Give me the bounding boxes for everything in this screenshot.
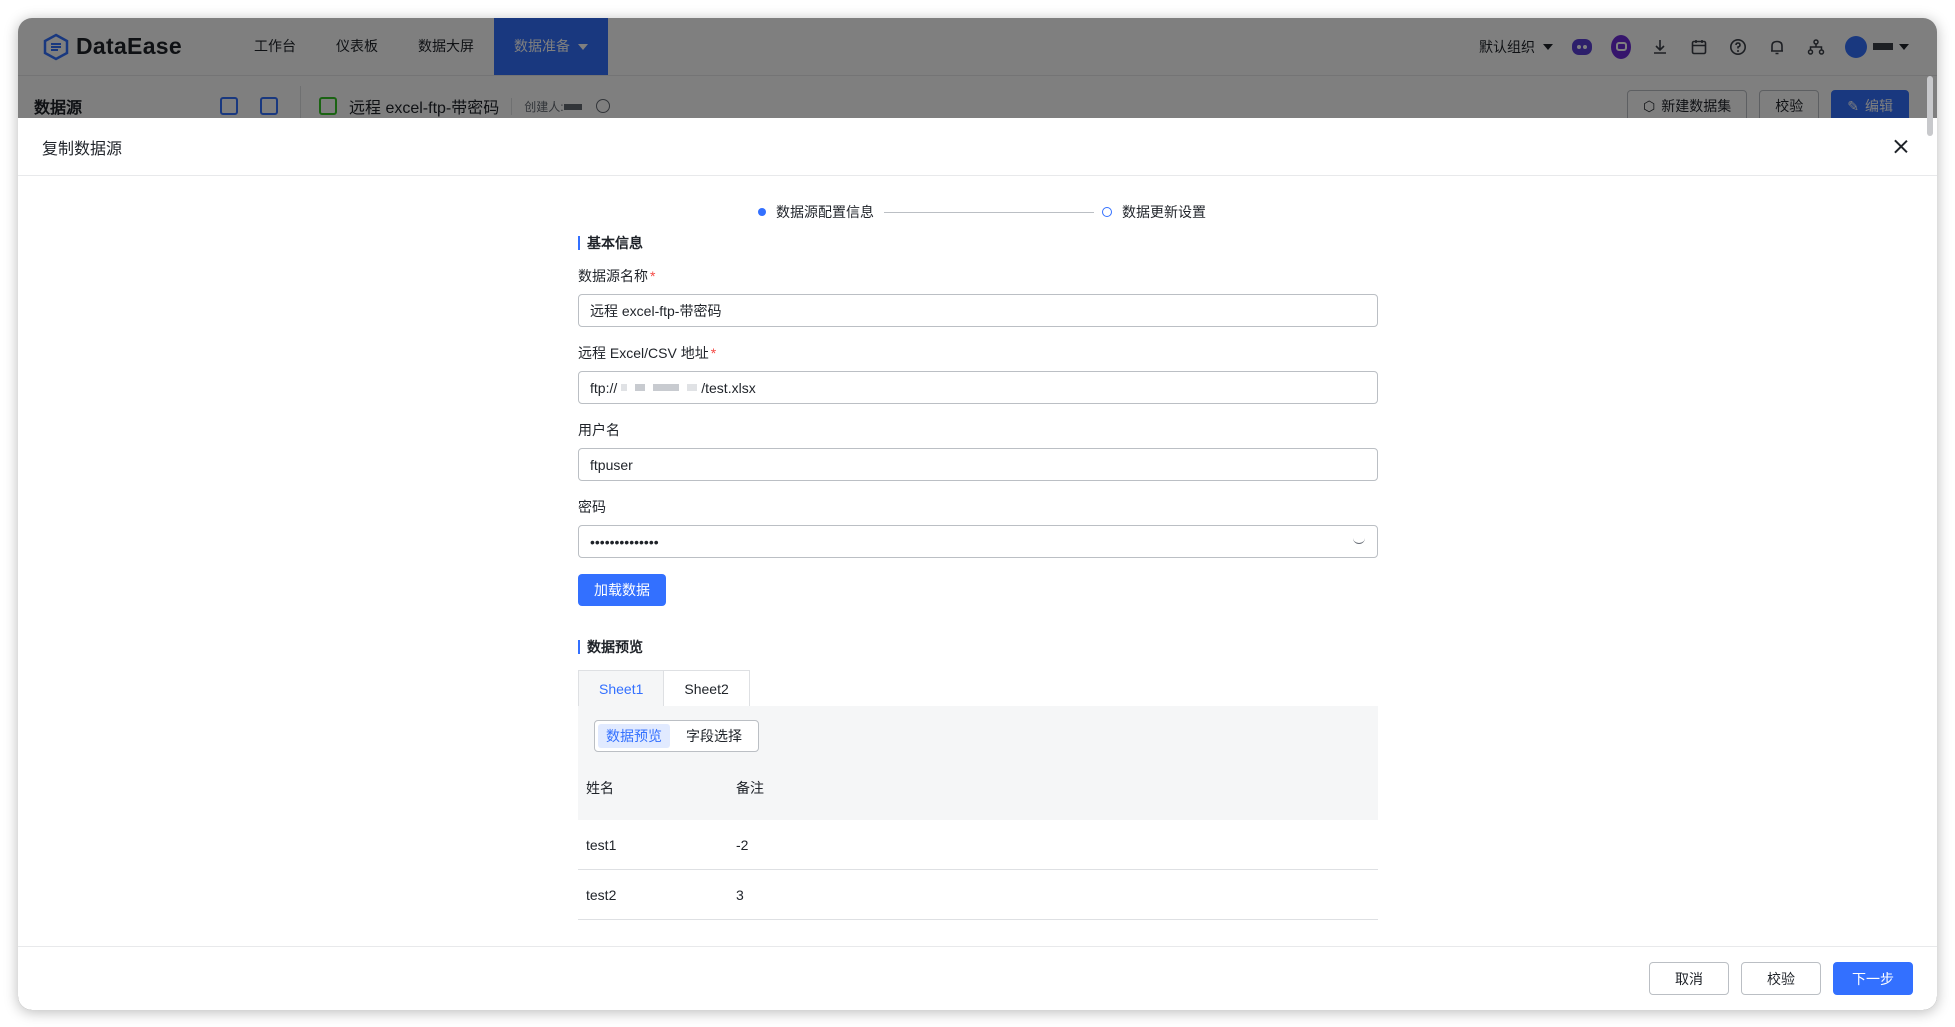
table-row: test2 3 (578, 870, 1378, 920)
table-row: test1 -2 (578, 820, 1378, 870)
close-icon[interactable] (1889, 135, 1913, 159)
password-input[interactable]: •••••••••••••• (578, 525, 1378, 558)
table-cell: -2 (736, 836, 749, 853)
table-cell: test2 (586, 886, 617, 903)
username-value: ftpuser (590, 456, 633, 473)
copy-datasource-drawer: 复制数据源 数据源配置信息 数据更新设置 基本信息 数据源名称 * 远程 exce… (18, 118, 1937, 1010)
name-label: 数据源名称 * (578, 268, 656, 284)
step-update: 数据更新设置 (1102, 202, 1206, 222)
step-inactive-dot (1102, 207, 1112, 217)
column-header: 备注 (736, 780, 764, 796)
table-cell: test1 (586, 836, 617, 853)
tab-sheet2[interactable]: Sheet2 (664, 670, 750, 706)
step-active-dot (758, 208, 766, 216)
table-cell: 3 (736, 886, 744, 903)
verify-button[interactable]: 校验 (1741, 962, 1821, 995)
step-config-label: 数据源配置信息 (776, 204, 874, 220)
tab-sheet1[interactable]: Sheet1 (578, 670, 665, 706)
segment-data-preview[interactable]: 数据预览 (598, 724, 670, 748)
drawer-title: 复制数据源 (42, 140, 123, 158)
preview-panel: 数据预览 字段选择 姓名 备注 (578, 706, 1378, 820)
datasource-form: 基本信息 数据源名称 * 远程 excel-ftp-带密码 远程 Excel/CS… (578, 236, 1378, 920)
table-header: 姓名 备注 (578, 778, 1378, 798)
preview-section-title: 数据预览 (578, 640, 1378, 654)
segment-field-select[interactable]: 字段选择 (678, 724, 750, 748)
remote-url-input[interactable]: ftp:// /test.xlsx (578, 371, 1378, 404)
datasource-name-input[interactable]: 远程 excel-ftp-带密码 (578, 294, 1378, 327)
url-suffix: /test.xlsx (701, 379, 756, 396)
username-label: 用户名 (578, 422, 620, 438)
masked-host (635, 384, 646, 391)
url-label: 远程 Excel/CSV 地址 * (578, 345, 717, 361)
next-step-button[interactable]: 下一步 (1833, 962, 1913, 995)
app-window: DataEase 工作台 仪表板 数据大屏 数据准备 默认组织 (18, 18, 1937, 1010)
password-label: 密码 (578, 499, 606, 515)
preview-mode-switch: 数据预览 字段选择 (594, 720, 759, 752)
step-connector (884, 211, 1094, 213)
step-config: 数据源配置信息 (758, 202, 874, 222)
username-input[interactable]: ftpuser (578, 448, 1378, 481)
drawer-footer: 取消 校验 下一步 (18, 946, 1937, 1010)
load-data-button[interactable]: 加载数据 (578, 574, 666, 606)
sheet-tabs: Sheet1 Sheet2 (578, 670, 1378, 706)
datasource-name-value: 远程 excel-ftp-带密码 (590, 302, 722, 319)
step-update-label: 数据更新设置 (1122, 204, 1206, 220)
drawer-header: 复制数据源 (18, 118, 1937, 176)
masked-host (687, 384, 698, 391)
masked-host (653, 384, 680, 391)
password-value: •••••••••••••• (590, 533, 659, 550)
url-prefix: ftp:// (590, 379, 618, 396)
steps-indicator: 数据源配置信息 数据更新设置 (758, 202, 1206, 222)
column-header: 姓名 (586, 780, 614, 796)
eye-closed-icon[interactable] (1353, 537, 1365, 544)
scrollbar[interactable] (1927, 76, 1933, 136)
masked-host (621, 384, 628, 391)
cancel-button[interactable]: 取消 (1649, 962, 1729, 995)
basic-info-section-title: 基本信息 (578, 236, 1378, 250)
